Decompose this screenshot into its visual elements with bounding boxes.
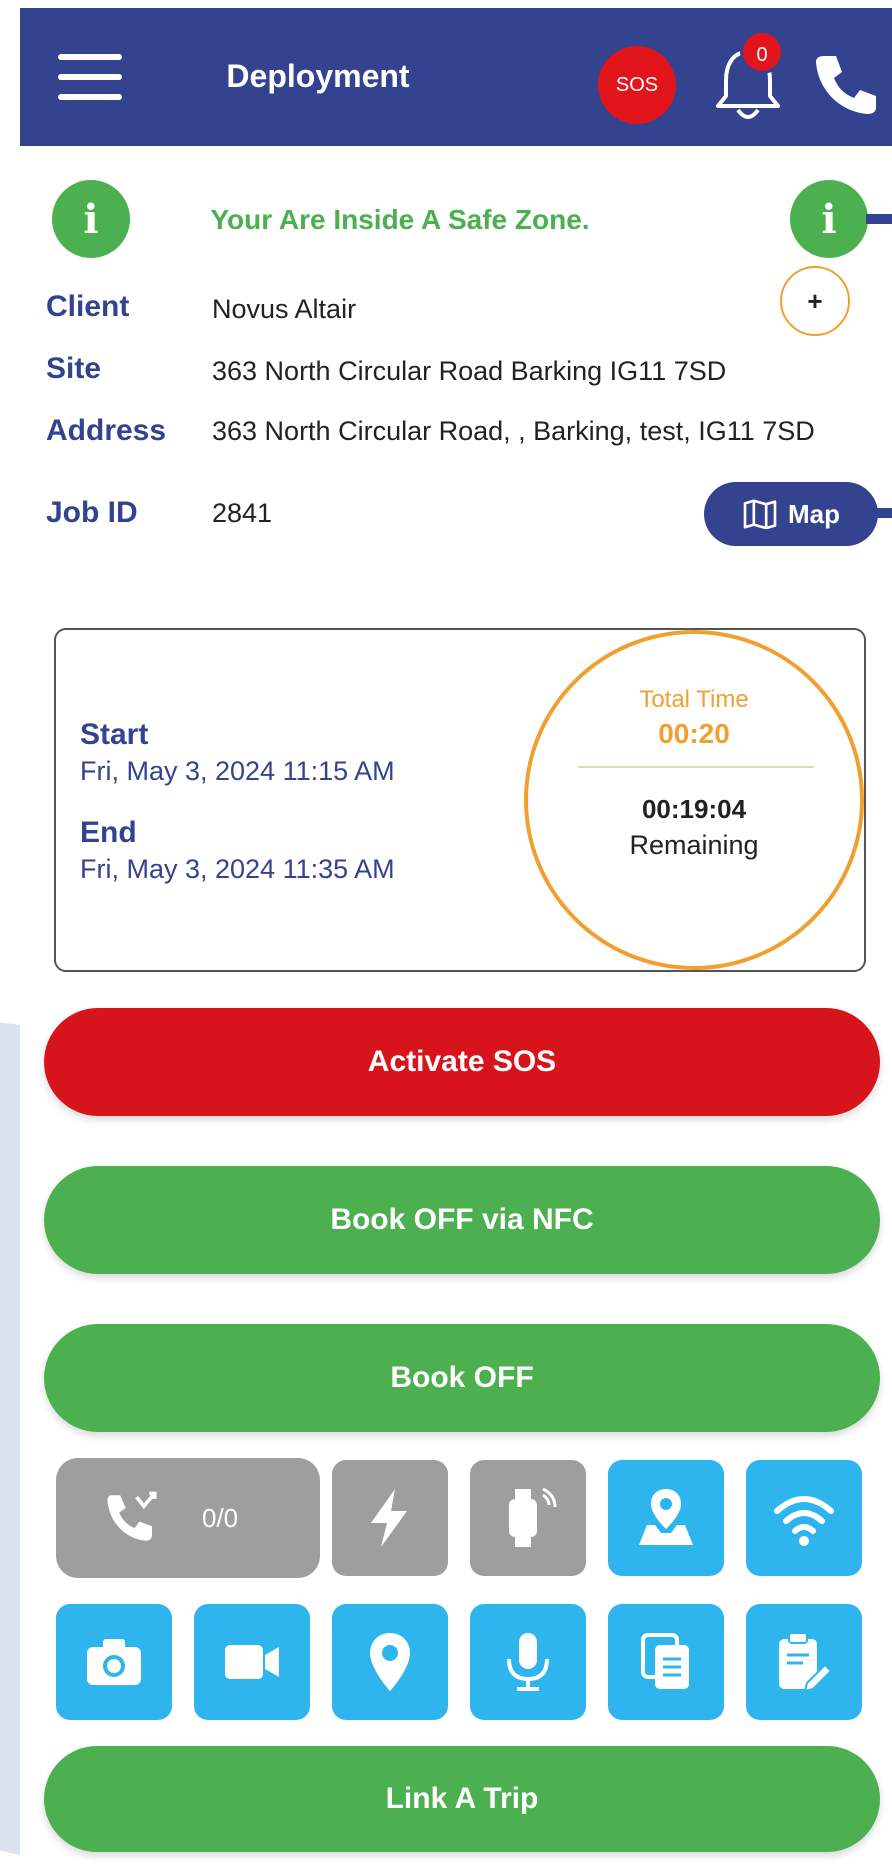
- site-value: 363 North Circular Road Barking IG11 7SD: [212, 356, 727, 386]
- map-tab-indicator: [872, 508, 892, 518]
- phone-icon[interactable]: [810, 48, 880, 118]
- map-location-tile[interactable]: [608, 1460, 724, 1576]
- start-label: Start: [80, 718, 149, 751]
- shift-time-card: Start Fri, May 3, 2024 11:15 AM End Fri,…: [54, 628, 866, 972]
- missed-calls-count: 0/0: [202, 1502, 239, 1533]
- job-id-value: 2841: [212, 498, 273, 528]
- lightning-icon: [371, 1489, 407, 1547]
- map-button-label: Map: [788, 498, 840, 529]
- documents-tile[interactable]: [608, 1604, 724, 1720]
- app-screen: Deployment SOS 0 i Your Are Inside A Saf…: [0, 0, 892, 1874]
- address-value: 363 North Circular Road, , Barking, test…: [212, 416, 815, 446]
- ring-divider: [578, 766, 814, 768]
- end-value: Fri, May 3, 2024 11:35 AM: [80, 854, 395, 884]
- wifi-icon: [774, 1496, 834, 1546]
- link-a-trip-button[interactable]: Link A Trip: [44, 1746, 880, 1852]
- report-tile[interactable]: [746, 1604, 862, 1720]
- camera-tile[interactable]: [56, 1604, 172, 1720]
- camera-icon: [87, 1639, 141, 1685]
- total-time-value: 00:20: [658, 718, 730, 749]
- top-app-bar: Deployment SOS 0: [20, 8, 892, 146]
- remaining-label: Remaining: [629, 830, 759, 860]
- address-label: Address: [46, 414, 167, 447]
- app-frame: Deployment SOS 0 i Your Are Inside A Saf…: [20, 8, 892, 1874]
- location-pin-icon: [370, 1633, 410, 1691]
- job-id-label: Job ID: [46, 496, 138, 529]
- safe-zone-message: Your Are Inside A Safe Zone.: [210, 204, 590, 235]
- video-tile[interactable]: [194, 1604, 310, 1720]
- wifi-tile[interactable]: [746, 1460, 862, 1576]
- flash-tile[interactable]: [332, 1460, 448, 1576]
- info-tab-indicator: [866, 214, 892, 224]
- menu-icon[interactable]: [58, 54, 122, 106]
- voice-tile[interactable]: [470, 1604, 586, 1720]
- activate-sos-button[interactable]: Activate SOS: [44, 1008, 880, 1116]
- video-camera-icon: [225, 1645, 279, 1679]
- info-icon-right[interactable]: i: [790, 180, 868, 258]
- end-label: End: [80, 816, 137, 849]
- page-title: Deployment: [226, 58, 410, 94]
- smartwatch-icon: [509, 1487, 557, 1547]
- book-off-button[interactable]: Book OFF: [44, 1324, 880, 1432]
- info-icon[interactable]: i: [52, 180, 130, 258]
- location-tile[interactable]: [332, 1604, 448, 1720]
- map-button[interactable]: Map: [704, 482, 878, 546]
- documents-icon: [641, 1633, 689, 1689]
- add-time-button[interactable]: +: [780, 266, 850, 336]
- clipboard-edit-icon: [779, 1632, 833, 1693]
- microphone-icon: [507, 1633, 549, 1691]
- missed-calls-tile[interactable]: 0/0: [56, 1458, 320, 1578]
- sos-header-button[interactable]: SOS: [598, 46, 676, 124]
- missed-call-icon: [107, 1491, 157, 1541]
- map-pin-icon: [639, 1489, 693, 1545]
- client-label: Client: [46, 290, 130, 323]
- map-icon: [743, 499, 777, 529]
- client-value: Novus Altair: [212, 294, 357, 324]
- remaining-time-value: 00:19:04: [641, 794, 747, 824]
- book-off-nfc-button[interactable]: Book OFF via NFC: [44, 1166, 880, 1274]
- total-time-label: Total Time: [639, 686, 749, 713]
- notification-count-badge: 0: [740, 30, 784, 74]
- start-value: Fri, May 3, 2024 11:15 AM: [80, 756, 395, 786]
- smartwatch-tile[interactable]: [470, 1460, 586, 1576]
- site-label: Site: [46, 352, 102, 385]
- countdown-ring: Total Time 00:20 00:19:04 Remaining: [524, 630, 864, 970]
